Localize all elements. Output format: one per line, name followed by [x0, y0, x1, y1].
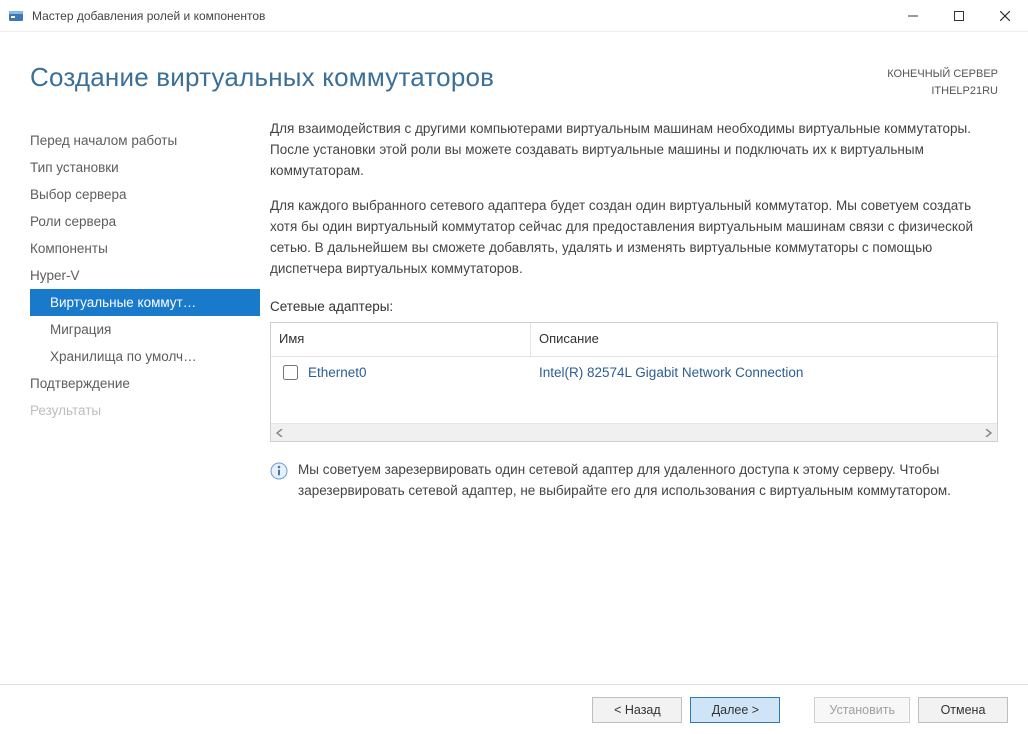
info-note: Мы советуем зарезервировать один сетевой…: [270, 460, 998, 502]
info-note-text: Мы советуем зарезервировать один сетевой…: [298, 460, 998, 502]
cancel-button[interactable]: Отмена: [918, 697, 1008, 723]
wizard-footer: < Назад Далее > Установить Отмена: [0, 684, 1028, 734]
maximize-button[interactable]: [936, 0, 982, 32]
table-header: Имя Описание: [271, 323, 997, 356]
close-button[interactable]: [982, 0, 1028, 32]
install-button: Установить: [814, 697, 910, 723]
wizard-content: Для взаимодействия с другими компьютерам…: [260, 119, 998, 502]
nav-results: Результаты: [30, 397, 260, 424]
paragraph-intro-2: Для каждого выбранного сетевого адаптера…: [270, 196, 998, 280]
nav-installation-type[interactable]: Тип установки: [30, 154, 260, 181]
nav-confirmation[interactable]: Подтверждение: [30, 370, 260, 397]
column-header-name[interactable]: Имя: [271, 323, 531, 355]
window-title: Мастер добавления ролей и компонентов: [32, 9, 890, 23]
nav-default-stores[interactable]: Хранилища по умолч…: [30, 343, 260, 370]
minimize-button[interactable]: [890, 0, 936, 32]
back-button[interactable]: < Назад: [592, 697, 682, 723]
horizontal-scrollbar[interactable]: [271, 423, 997, 441]
table-row[interactable]: Ethernet0 Intel(R) 82574L Gigabit Networ…: [271, 357, 997, 390]
wizard-header: Создание виртуальных коммутаторов КОНЕЧН…: [0, 32, 1028, 109]
wizard-steps-nav: Перед началом работы Тип установки Выбор…: [30, 119, 260, 502]
column-header-description[interactable]: Описание: [531, 323, 997, 355]
network-adapters-table: Имя Описание Ethernet0 Intel(R) 82574L G…: [270, 322, 998, 442]
scroll-left-icon[interactable]: [273, 426, 287, 440]
destination-server-name: ITHELP21RU: [887, 83, 998, 100]
nav-hyper-v[interactable]: Hyper-V: [30, 262, 260, 289]
info-icon: [270, 462, 288, 480]
nav-server-selection[interactable]: Выбор сервера: [30, 181, 260, 208]
adapter-checkbox-ethernet0[interactable]: [283, 365, 298, 380]
window-controls: [890, 0, 1028, 31]
next-button[interactable]: Далее >: [690, 697, 780, 723]
adapter-name: Ethernet0: [308, 363, 367, 384]
nav-features[interactable]: Компоненты: [30, 235, 260, 262]
app-icon: [8, 8, 24, 24]
destination-server-box: КОНЕЧНЫЙ СЕРВЕР ITHELP21RU: [887, 62, 998, 99]
scroll-right-icon[interactable]: [981, 426, 995, 440]
titlebar: Мастер добавления ролей и компонентов: [0, 0, 1028, 32]
destination-server-label: КОНЕЧНЫЙ СЕРВЕР: [887, 66, 998, 83]
page-title: Создание виртуальных коммутаторов: [30, 62, 494, 93]
scroll-track[interactable]: [287, 424, 981, 441]
adapter-description: Intel(R) 82574L Gigabit Network Connecti…: [531, 361, 997, 386]
nav-migration[interactable]: Миграция: [30, 316, 260, 343]
nav-server-roles[interactable]: Роли сервера: [30, 208, 260, 235]
nav-before-you-begin[interactable]: Перед началом работы: [30, 127, 260, 154]
nav-virtual-switches[interactable]: Виртуальные коммут…: [30, 289, 260, 316]
network-adapters-label: Сетевые адаптеры:: [270, 297, 998, 318]
paragraph-intro-1: Для взаимодействия с другими компьютерам…: [270, 119, 998, 182]
